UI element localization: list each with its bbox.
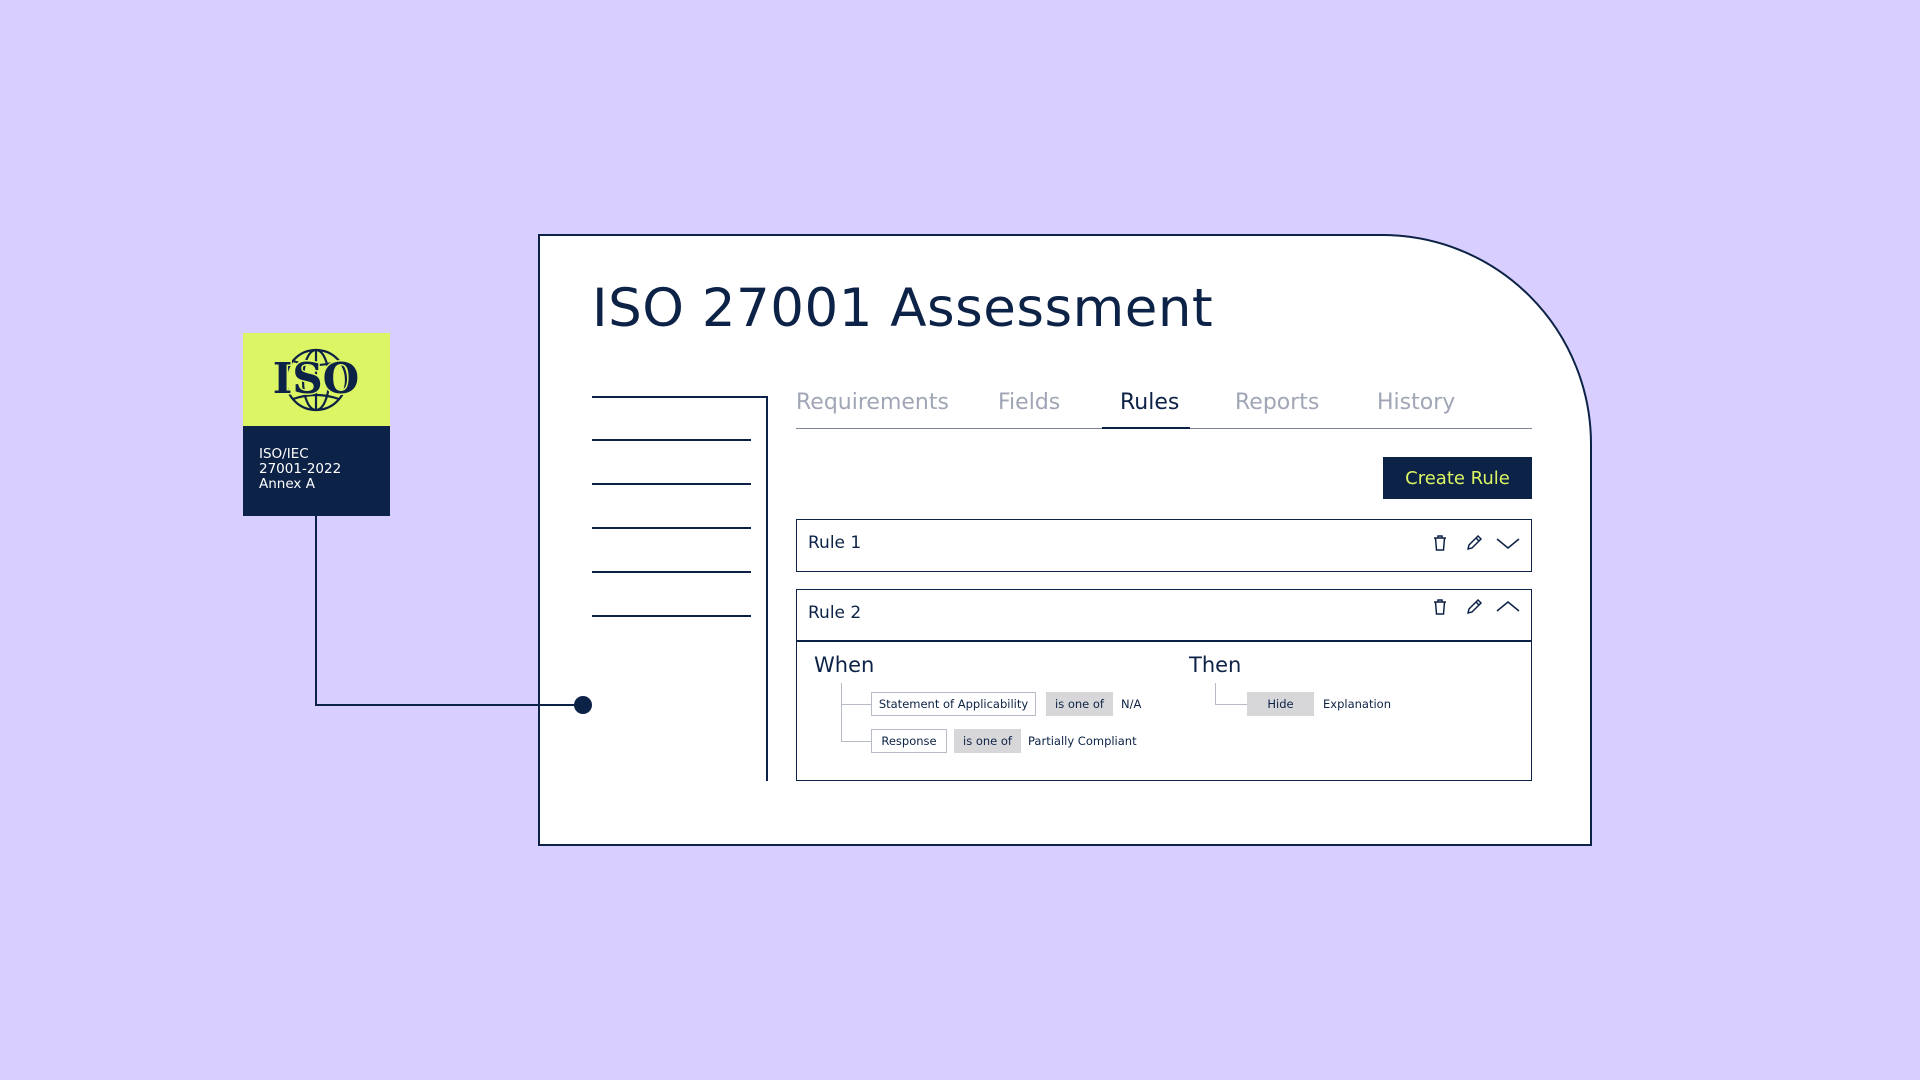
trash-icon[interactable] [1429,596,1451,618]
iso-badge: ISO ISO/IEC 27001-2022 Annex A [243,333,390,516]
iso-badge-caption: ISO/IEC 27001-2022 Annex A [243,426,390,516]
tab-history[interactable]: History [1377,390,1455,415]
tab-requirements[interactable]: Requirements [796,390,949,415]
outline-divider [766,396,768,781]
active-tab-indicator [1102,427,1190,429]
rule-divider [797,640,1531,642]
badge-line: Annex A [259,476,315,492]
rule-name: Rule 1 [808,533,862,553]
condition-field-chip[interactable]: Statement of Applicability [871,692,1036,716]
tab-reports[interactable]: Reports [1235,390,1319,415]
tab-fields[interactable]: Fields [998,390,1060,415]
when-label: When [814,653,875,677]
outline-item[interactable] [592,615,751,617]
outline-item[interactable] [592,571,751,573]
outline-top-line [592,396,768,398]
iso-logo: ISO [243,333,390,426]
pencil-icon[interactable] [1463,532,1485,554]
rule-name: Rule 2 [808,603,862,623]
page-title: ISO 27001 Assessment [592,278,1214,339]
globe-icon: ISO [271,348,361,412]
action-connector [1215,683,1248,705]
then-label: Then [1189,653,1242,677]
trash-icon[interactable] [1429,532,1451,554]
pencil-icon[interactable] [1463,596,1485,618]
tab-rules[interactable]: Rules [1120,390,1179,415]
svg-text:ISO: ISO [273,354,360,403]
badge-line: 27001-2022 [259,461,342,477]
condition-value: N/A [1121,697,1142,711]
rule-card-1[interactable]: Rule 1 [796,519,1532,572]
outline-item[interactable] [592,439,751,441]
chevron-down-icon[interactable] [1495,532,1521,554]
condition-operator-chip[interactable]: is one of [954,729,1021,753]
outline-item[interactable] [592,483,751,485]
rule-header[interactable]: Rule 2 [797,590,1531,640]
condition-connector [841,700,872,742]
chevron-up-icon[interactable] [1495,596,1521,618]
outline-item[interactable] [592,527,751,529]
condition-field-chip[interactable]: Response [871,729,947,753]
action-chip[interactable]: Hide [1247,692,1314,716]
rule-header[interactable]: Rule 1 [797,520,1531,570]
condition-value: Partially Compliant [1028,734,1137,748]
action-target: Explanation [1323,697,1391,711]
create-rule-button[interactable]: Create Rule [1383,457,1532,499]
badge-line: ISO/IEC [259,446,309,462]
tab-bar: Requirements Fields Rules Reports Histor… [796,390,1532,430]
condition-operator-chip[interactable]: is one of [1046,692,1113,716]
